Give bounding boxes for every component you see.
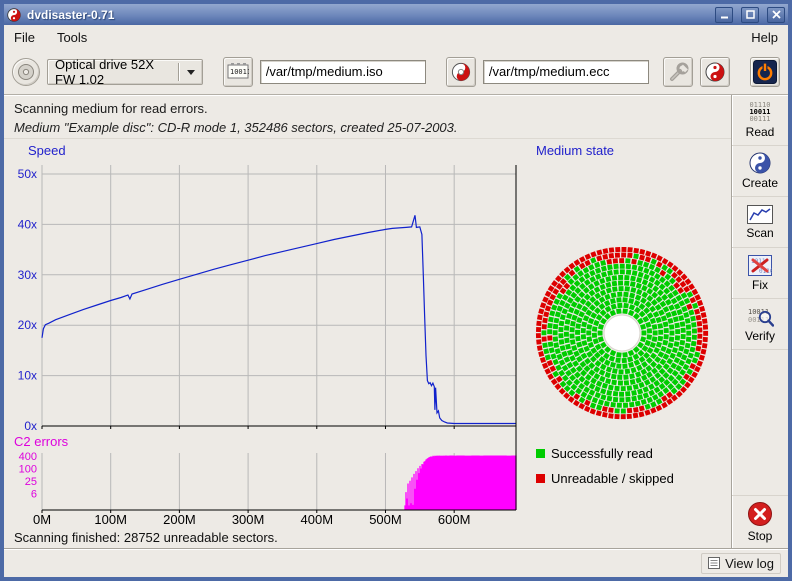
create-yinyang-icon [749,152,771,174]
maximize-button[interactable] [741,7,759,23]
fix-tools-icon: 1011 0110 [748,255,772,276]
app-window: dvdisaster-0.71 File Tools Help Optical … [0,0,792,581]
window-title: dvdisaster-0.71 [27,8,707,22]
disc-map [536,247,708,419]
sidebar-button-read[interactable]: 01110 10011 00111 Read [732,95,788,146]
menubar: File Tools Help [4,25,788,49]
chevron-down-icon [187,70,195,79]
view-log-label: View log [725,556,774,571]
app-logo-icon [7,8,21,22]
svg-text:Unreadable / skipped: Unreadable / skipped [551,471,674,486]
quit-button[interactable] [750,57,780,87]
manual-button[interactable] [700,57,730,87]
toolbar: Optical drive 52X FW 1.02 10011 [4,49,788,95]
svg-text:40x: 40x [18,217,37,231]
titlebar[interactable]: dvdisaster-0.71 [4,4,788,25]
svg-text:500M: 500M [369,512,402,527]
preferences-button[interactable] [663,57,693,87]
verify-magnifier-icon: 10011 00111 [746,306,774,327]
iso-file-icon: 10011 [227,63,249,80]
power-icon [753,60,777,84]
svg-text:25: 25 [25,476,37,488]
svg-text:Successfully read: Successfully read [551,446,653,461]
sidebar-button-fix[interactable]: 1011 0110 Fix [732,248,788,299]
svg-text:Speed: Speed [28,143,66,158]
drive-selector[interactable]: Optical drive 52X FW 1.02 [47,59,203,85]
ecc-file-button[interactable] [446,57,476,87]
combo-separator [178,63,180,81]
speed-chart [42,215,516,423]
svg-text:400: 400 [19,451,37,463]
menu-item-tools[interactable]: Tools [55,28,89,47]
action-sidebar: 01110 10011 00111 Read Create Scan [731,95,788,548]
c2-errors-chart [405,456,516,511]
svg-text:0M: 0M [33,512,51,527]
minimize-icon [720,10,729,19]
sidebar-button-verify[interactable]: 10011 00111 Verify [732,299,788,350]
read-label: Read [746,125,775,139]
fix-label: Fix [752,278,768,292]
scan-label: Scan [746,226,773,240]
charts-canvas: Speed C2 errors Medium state 50x 40x 30x 20x 10… [4,139,731,527]
svg-text:10x: 10x [18,369,37,383]
svg-text:0x: 0x [24,419,37,433]
svg-text:200M: 200M [163,512,196,527]
read-binary-icon: 01110 10011 00111 [749,102,770,123]
svg-text:30x: 30x [18,268,37,282]
yin-yang-icon [705,62,725,82]
medium-state-legend: Successfully read Unreadable / skipped [536,446,674,486]
close-button[interactable] [767,7,785,23]
svg-text:6: 6 [31,489,37,501]
minimize-button[interactable] [715,7,733,23]
scan-status-text: Scanning finished: 28752 unreadable sect… [14,527,278,548]
menu-item-file[interactable]: File [12,28,37,47]
drive-selector-value: Optical drive 52X FW 1.02 [55,57,165,87]
disc-icon [17,63,35,81]
stop-icon [747,501,773,527]
svg-text:20x: 20x [18,318,37,332]
svg-text:50x: 50x [18,167,37,181]
create-label: Create [742,176,778,190]
chart-labels: Speed C2 errors Medium state 50x 40x 30x 20x 10… [14,143,614,527]
status-bar: View log [4,548,788,577]
close-icon [772,10,781,19]
status-header-line1: Scanning medium for read errors. [14,101,721,116]
wrench-icon [667,61,689,83]
sidebar-button-scan[interactable]: Scan [732,197,788,248]
status-header-line2: Medium "Example disc": CD-R mode 1, 3524… [14,120,721,135]
view-log-button[interactable]: View log [701,553,781,574]
svg-text:100M: 100M [94,512,127,527]
iso-file-button[interactable]: 10011 [223,57,253,87]
svg-text:100: 100 [19,464,37,476]
verify-label: Verify [745,329,775,343]
ecc-disc-icon [451,62,471,82]
status-header: Scanning medium for read errors. Medium … [4,95,731,139]
ecc-path-input[interactable] [483,60,649,84]
scan-chart-icon [747,205,773,224]
svg-text:400M: 400M [301,512,334,527]
svg-text:10011: 10011 [230,68,249,76]
stop-label: Stop [748,529,773,543]
iso-path-input[interactable] [260,60,426,84]
menu-item-help[interactable]: Help [749,28,780,47]
svg-text:C2 errors: C2 errors [14,434,69,449]
sidebar-button-create[interactable]: Create [732,146,788,197]
svg-text:300M: 300M [232,512,265,527]
sidebar-button-stop[interactable]: Stop [732,495,788,548]
svg-text:600M: 600M [438,512,471,527]
svg-text:Medium state: Medium state [536,143,614,158]
maximize-icon [746,10,755,19]
drive-button[interactable] [12,58,40,86]
log-icon [708,557,720,569]
